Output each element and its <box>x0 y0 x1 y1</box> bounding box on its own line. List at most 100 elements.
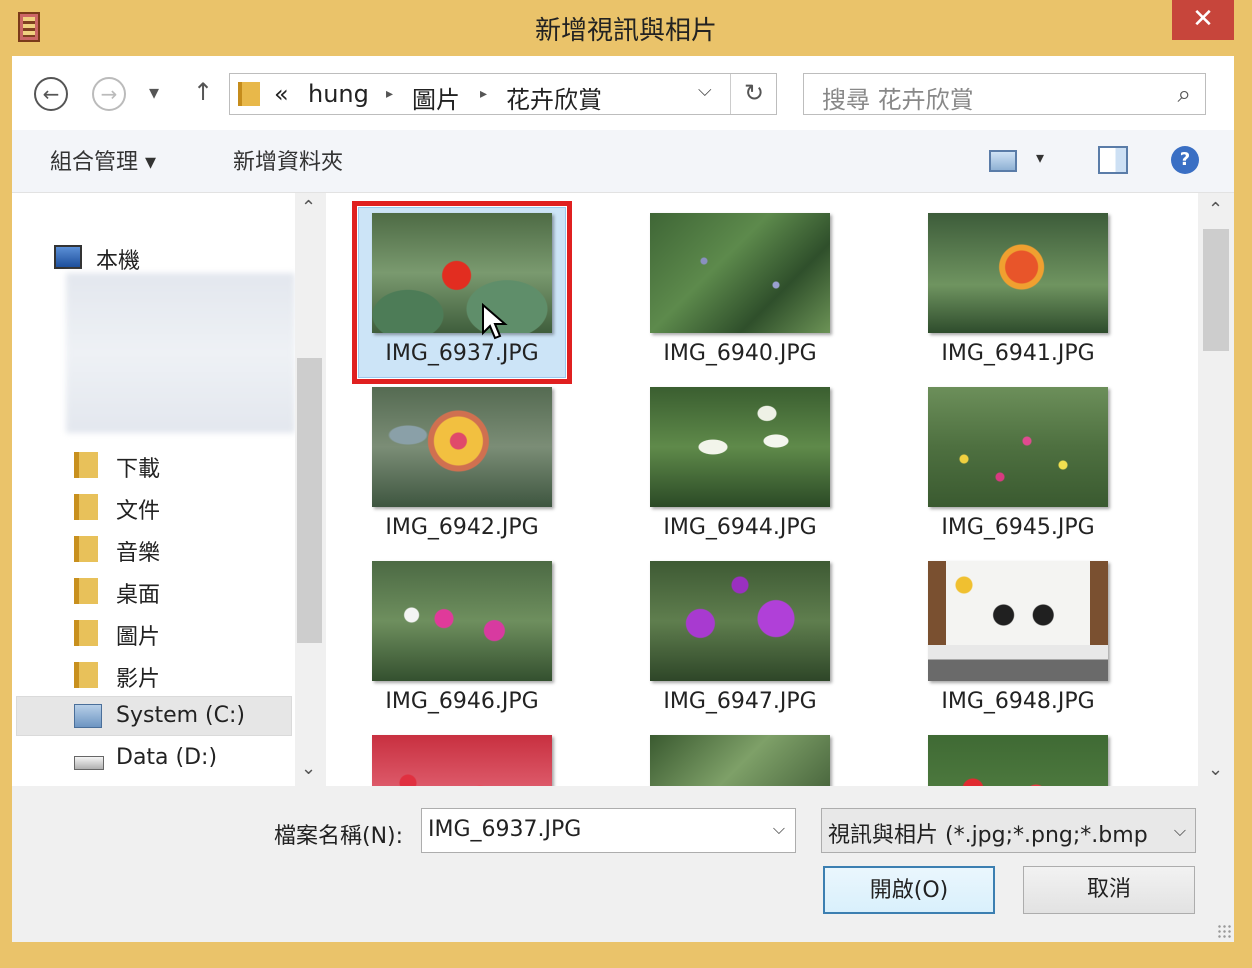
search-box[interactable]: 搜尋 花卉欣賞 ⌕ <box>803 73 1206 115</box>
file-tile-img-6944[interactable]: IMG_6944.JPG <box>650 387 830 545</box>
help-icon[interactable]: ? <box>1171 146 1199 174</box>
file-tile-img-6946[interactable]: IMG_6946.JPG <box>372 561 552 719</box>
tree-item-downloads[interactable]: 下載 <box>116 451 160 483</box>
chevron-down-icon[interactable]: ⌵ <box>773 819 785 839</box>
address-dropdown-icon[interactable]: ⌵ <box>698 80 712 101</box>
computer-icon <box>54 245 82 269</box>
resize-grip-icon[interactable] <box>1217 924 1231 938</box>
preview-pane-icon[interactable] <box>1098 146 1128 174</box>
open-button[interactable]: 開啟(O) <box>823 866 995 914</box>
navigation-scrollbar[interactable]: ⌃ ⌄ <box>295 193 324 786</box>
desktop-folder-icon <box>74 578 98 604</box>
organize-button[interactable]: 組合管理 ▾ <box>50 144 156 176</box>
filetype-select[interactable]: 視訊與相片 (*.jpg;*.png;*.bmp ⌵ <box>821 808 1196 853</box>
file-name: IMG_6940.JPG <box>663 341 817 366</box>
filetype-value: 視訊與相片 (*.jpg;*.png;*.bmp <box>828 823 1148 848</box>
back-button[interactable]: ← <box>34 77 68 111</box>
breadcrumb-flowers[interactable]: 花卉欣賞 <box>506 80 602 115</box>
photo-thumbnail[interactable] <box>372 387 552 507</box>
file-name: IMG_6941.JPG <box>941 341 1095 366</box>
view-dropdown-button[interactable]: ▾ <box>1036 148 1044 167</box>
tree-item-music[interactable]: 音樂 <box>116 535 160 567</box>
title-bar[interactable]: 新增視訊與相片 ✕ <box>0 0 1252 56</box>
file-tile-img-6941[interactable]: IMG_6941.JPG <box>928 213 1108 371</box>
refresh-button[interactable]: ↻ <box>730 74 777 114</box>
photo-thumbnail[interactable] <box>372 561 552 681</box>
breadcrumb-pictures[interactable]: 圖片 <box>412 80 460 115</box>
change-view-icon[interactable] <box>989 150 1017 172</box>
search-placeholder: 搜尋 花卉欣賞 <box>822 86 974 114</box>
tree-item-documents[interactable]: 文件 <box>116 493 160 525</box>
file-tile-partial[interactable] <box>928 735 1108 786</box>
address-overflow[interactable]: « <box>274 80 289 108</box>
photo-thumbnail[interactable] <box>928 387 1108 507</box>
navigation-bar: ← → ▾ ↑ « hung ▸ 圖片 ▸ 花卉欣賞 ⌵ ↻ 搜尋 花卉欣賞 ⌕ <box>12 56 1234 130</box>
chevron-down-icon[interactable]: ⌵ <box>1165 809 1195 852</box>
blurred-network-items <box>66 273 295 433</box>
scroll-down-icon[interactable]: ⌄ <box>1208 759 1223 780</box>
file-tile-img-6942[interactable]: IMG_6942.JPG <box>372 387 552 545</box>
photo-thumbnail[interactable] <box>928 735 1108 786</box>
photo-thumbnail[interactable] <box>650 213 830 333</box>
photo-thumbnail[interactable] <box>650 561 830 681</box>
file-tile-img-6940[interactable]: IMG_6940.JPG <box>650 213 830 371</box>
scroll-up-icon[interactable]: ⌃ <box>1208 199 1223 220</box>
downloads-folder-icon <box>74 452 98 478</box>
file-name: IMG_6945.JPG <box>941 515 1095 540</box>
file-tile-partial[interactable] <box>650 735 830 786</box>
dialog-client: ← → ▾ ↑ « hung ▸ 圖片 ▸ 花卉欣賞 ⌵ ↻ 搜尋 花卉欣賞 ⌕… <box>12 56 1234 942</box>
breadcrumb-hung[interactable]: hung <box>308 80 369 108</box>
recent-locations-button[interactable]: ▾ <box>149 80 159 104</box>
up-button[interactable]: ↑ <box>193 78 213 106</box>
cancel-button[interactable]: 取消 <box>1023 866 1195 914</box>
scroll-thumb[interactable] <box>1203 229 1229 351</box>
dialog-window: 新增視訊與相片 ✕ ← → ▾ ↑ « hung ▸ 圖片 ▸ 花卉欣賞 ⌵ ↻… <box>0 0 1252 968</box>
photo-thumbnail[interactable] <box>372 735 552 786</box>
breadcrumb-separator[interactable]: ▸ <box>480 86 487 102</box>
forward-button[interactable]: → <box>92 77 126 111</box>
new-folder-button[interactable]: 新增資料夾 <box>233 144 343 176</box>
red-highlight-frame <box>352 201 572 384</box>
photo-thumbnail[interactable] <box>650 735 830 786</box>
file-name: IMG_6942.JPG <box>385 515 539 540</box>
scroll-down-icon[interactable]: ⌄ <box>301 758 316 779</box>
window-title: 新增視訊與相片 <box>534 16 717 46</box>
photo-thumbnail[interactable] <box>650 387 830 507</box>
videos-folder-icon <box>74 662 98 688</box>
tree-item-this-pc[interactable]: 本機 <box>96 243 140 275</box>
close-button[interactable]: ✕ <box>1172 0 1234 40</box>
filename-label: 檔案名稱(N): <box>274 824 404 849</box>
pictures-folder-icon <box>74 620 98 646</box>
file-tile-img-6947[interactable]: IMG_6947.JPG <box>650 561 830 719</box>
address-bar[interactable]: « hung ▸ 圖片 ▸ 花卉欣賞 ⌵ ↻ <box>229 73 777 115</box>
scroll-thumb[interactable] <box>297 358 322 643</box>
file-tile-img-6948[interactable]: IMG_6948.JPG <box>928 561 1108 719</box>
photo-thumbnail[interactable] <box>928 213 1108 333</box>
windows-drive-icon <box>74 704 102 728</box>
breadcrumb-separator[interactable]: ▸ <box>386 86 393 102</box>
drive-icon <box>74 756 104 770</box>
file-tile-partial[interactable] <box>372 735 552 786</box>
filename-value[interactable]: IMG_6937.JPG <box>428 817 581 842</box>
tree-item-drive-d[interactable]: Data (D:) <box>116 745 217 770</box>
folder-icon <box>238 82 260 106</box>
tree-item-drive-c[interactable]: System (C:) <box>116 703 245 728</box>
search-icon[interactable]: ⌕ <box>1178 80 1191 108</box>
command-toolbar: 組合管理 ▾ 新增資料夾 ▾ ? <box>12 130 1234 193</box>
documents-folder-icon <box>74 494 98 520</box>
filename-input[interactable]: IMG_6937.JPG ⌵ <box>421 808 796 853</box>
music-folder-icon <box>74 536 98 562</box>
photo-thumbnail[interactable] <box>928 561 1108 681</box>
file-name: IMG_6948.JPG <box>941 689 1095 714</box>
file-list: IMG_6937.JPG IMG_6940.JPG IMG_6941.JPG I… <box>326 193 1198 786</box>
tree-item-pictures[interactable]: 圖片 <box>116 619 160 651</box>
file-name: IMG_6946.JPG <box>385 689 539 714</box>
tree-item-desktop[interactable]: 桌面 <box>116 577 160 609</box>
file-list-scrollbar[interactable]: ⌃ ⌄ <box>1198 193 1234 786</box>
tree-item-videos[interactable]: 影片 <box>116 661 160 693</box>
bottom-panel: 檔案名稱(N): IMG_6937.JPG ⌵ 視訊與相片 (*.jpg;*.p… <box>12 786 1234 942</box>
scroll-up-icon[interactable]: ⌃ <box>301 197 316 218</box>
file-name: IMG_6947.JPG <box>663 689 817 714</box>
file-tile-img-6945[interactable]: IMG_6945.JPG <box>928 387 1108 545</box>
file-name: IMG_6944.JPG <box>663 515 817 540</box>
